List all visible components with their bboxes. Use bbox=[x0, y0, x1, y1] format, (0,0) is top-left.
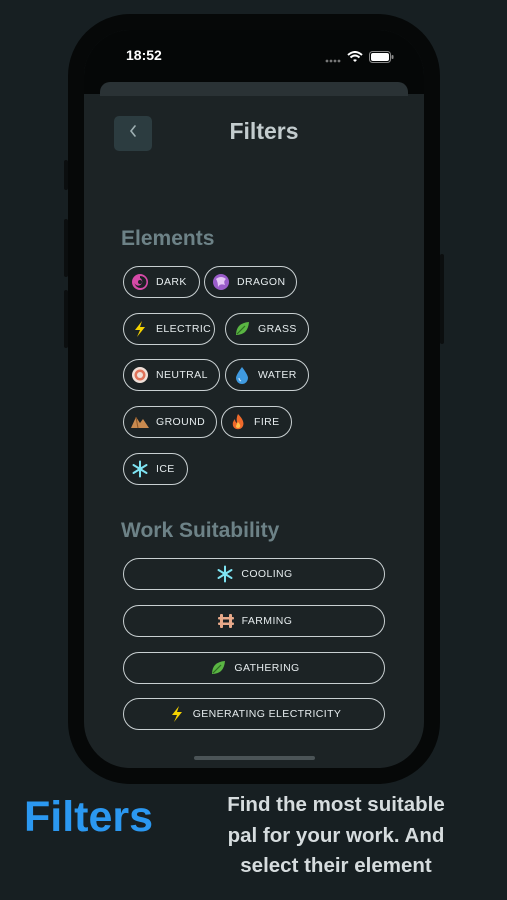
element-chip-water[interactable]: WATER bbox=[225, 359, 309, 391]
work-button-farming[interactable]: FARMING bbox=[123, 605, 385, 637]
sheet-top-edge bbox=[100, 82, 408, 96]
wifi-icon bbox=[347, 50, 363, 68]
flame-icon bbox=[228, 412, 248, 432]
element-chip-ice[interactable]: ICE bbox=[123, 453, 188, 485]
element-chip-label: FIRE bbox=[254, 416, 280, 428]
element-chip-label: ICE bbox=[156, 463, 175, 475]
work-button-cooling[interactable]: COOLING bbox=[123, 558, 385, 590]
power-button bbox=[440, 254, 444, 344]
work-button-label: GATHERING bbox=[234, 662, 300, 674]
lightning-icon bbox=[167, 704, 187, 724]
status-icons bbox=[325, 50, 394, 68]
element-chip-label: WATER bbox=[258, 369, 297, 381]
elements-section-title: Elements bbox=[121, 227, 215, 250]
ground-icon bbox=[130, 412, 150, 432]
promo-title: Filters bbox=[24, 793, 154, 841]
snowflake-icon bbox=[215, 564, 235, 584]
status-time: 18:52 bbox=[126, 47, 162, 63]
lightning-icon bbox=[130, 319, 150, 339]
promo-line: Find the most suitable bbox=[227, 793, 445, 816]
work-button-label: GENERATING ELECTRICITY bbox=[192, 708, 342, 720]
volume-down-button bbox=[64, 290, 68, 348]
water-drop-icon bbox=[232, 365, 252, 385]
home-indicator[interactable] bbox=[194, 756, 315, 760]
farming-fence-icon bbox=[216, 611, 236, 631]
element-chip-electric[interactable]: ELECTRIC bbox=[123, 313, 215, 345]
element-chip-label: ELECTRIC bbox=[156, 323, 212, 335]
element-chip-label: DRAGON bbox=[237, 276, 286, 288]
leaf-icon bbox=[208, 658, 228, 678]
battery-icon bbox=[369, 50, 394, 68]
work-button-label: COOLING bbox=[241, 568, 293, 580]
snowflake-icon bbox=[130, 459, 150, 479]
element-chip-dark[interactable]: DARK bbox=[123, 266, 200, 298]
element-chip-fire[interactable]: FIRE bbox=[221, 406, 292, 438]
element-chip-neutral[interactable]: NEUTRAL bbox=[123, 359, 220, 391]
element-chip-label: DARK bbox=[156, 276, 187, 288]
dark-swirl-icon bbox=[130, 272, 150, 292]
work-button-label: FARMING bbox=[241, 615, 293, 627]
app-screen: 18:52 Filters Elements DARK DRAGON ELECT… bbox=[84, 30, 424, 768]
element-chip-label: GRASS bbox=[258, 323, 297, 335]
element-chip-dragon[interactable]: DRAGON bbox=[204, 266, 297, 298]
neutral-target-icon bbox=[130, 365, 150, 385]
promo-line: select their element bbox=[240, 854, 432, 877]
promo-line: pal for your work. And bbox=[227, 823, 445, 847]
element-chip-label: GROUND bbox=[156, 416, 206, 428]
element-chip-label: NEUTRAL bbox=[156, 369, 208, 381]
work-section-title: Work Suitability bbox=[121, 519, 280, 542]
leaf-icon bbox=[232, 319, 252, 339]
work-button-generating-electricity[interactable]: GENERATING ELECTRICITY bbox=[123, 698, 385, 730]
element-chip-ground[interactable]: GROUND bbox=[123, 406, 217, 438]
signal-icon bbox=[325, 50, 341, 68]
dragon-icon bbox=[211, 272, 231, 292]
promo-description: Find the most suitable pal for your work… bbox=[198, 790, 474, 882]
mute-switch bbox=[64, 160, 68, 190]
page-title: Filters bbox=[229, 118, 299, 144]
work-button-gathering[interactable]: GATHERING bbox=[123, 652, 385, 684]
element-chip-grass[interactable]: GRASS bbox=[225, 313, 309, 345]
volume-up-button bbox=[64, 219, 68, 277]
